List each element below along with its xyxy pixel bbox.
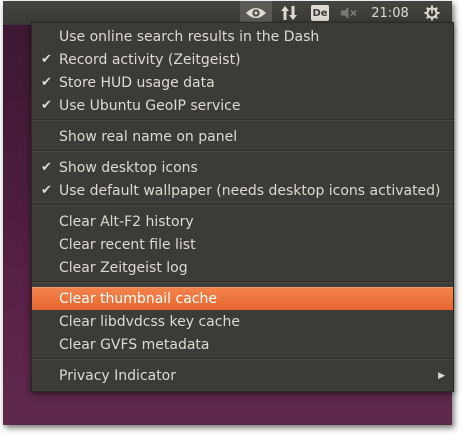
menu-separator [32, 119, 453, 121]
menu-separator [32, 204, 453, 206]
menu-item-clear-zeitgeist[interactable]: Clear Zeitgeist log [32, 256, 453, 279]
menu-item-label: Privacy Indicator [59, 367, 177, 384]
menu-item-clear-libdvdcss[interactable]: Clear libdvdcss key cache [32, 310, 453, 333]
menu-item-label: Clear GVFS metadata [59, 336, 210, 353]
menu-separator [32, 150, 453, 152]
menu-separator [32, 281, 453, 283]
menu-item-label: Store HUD usage data [59, 74, 215, 91]
menu-item-show-desktop-icons[interactable]: ✔ Show desktop icons [32, 156, 453, 179]
menu-item-store-hud[interactable]: ✔ Store HUD usage data [32, 71, 453, 94]
menu-item-geoip[interactable]: ✔ Use Ubuntu GeoIP service [32, 94, 453, 117]
menu-item-label: Clear thumbnail cache [59, 290, 217, 307]
menu-item-clear-gvfs[interactable]: Clear GVFS metadata [32, 333, 453, 356]
menu-item-online-search[interactable]: Use online search results in the Dash [32, 25, 453, 48]
checkmark-icon: ✔ [41, 75, 52, 90]
menu-item-label: Clear Alt-F2 history [59, 213, 194, 230]
menu-item-clear-alt-f2[interactable]: Clear Alt-F2 history [32, 210, 453, 233]
menu-item-clear-recent-files[interactable]: Clear recent file list [32, 233, 453, 256]
keyboard-layout-label: De [311, 5, 329, 21]
menu-item-label: Clear Zeitgeist log [59, 259, 188, 276]
menu-item-label: Use default wallpaper (needs desktop ico… [59, 182, 441, 199]
menu-item-show-real-name[interactable]: Show real name on panel [32, 125, 453, 148]
menu-item-label: Clear libdvdcss key cache [59, 313, 240, 330]
volume-muted-icon [341, 7, 357, 19]
menu-separator [32, 358, 453, 360]
menu-item-record-activity[interactable]: ✔ Record activity (Zeitgeist) [32, 48, 453, 71]
network-updown-icon [281, 6, 297, 20]
menu-item-label: Clear recent file list [59, 236, 196, 253]
menu-item-label: Show desktop icons [59, 159, 198, 176]
privacy-indicator-menu: Use online search results in the Dash ✔ … [31, 22, 454, 392]
menu-item-label: Record activity (Zeitgeist) [59, 51, 241, 68]
checkmark-icon: ✔ [41, 98, 52, 113]
menu-item-default-wallpaper[interactable]: ✔ Use default wallpaper (needs desktop i… [32, 179, 453, 202]
gear-power-icon [424, 5, 440, 21]
menu-item-label: Show real name on panel [59, 128, 238, 145]
menu-item-label: Use online search results in the Dash [59, 28, 320, 45]
checkmark-icon: ✔ [41, 183, 52, 198]
menu-item-clear-thumbnail-cache[interactable]: Clear thumbnail cache [32, 287, 453, 310]
menu-item-label: Use Ubuntu GeoIP service [59, 97, 241, 114]
checkmark-icon: ✔ [41, 160, 52, 175]
menu-item-privacy-indicator[interactable]: Privacy Indicator ▶ [32, 364, 453, 387]
submenu-arrow-icon: ▶ [438, 370, 445, 381]
eye-icon [246, 8, 266, 18]
checkmark-icon: ✔ [41, 52, 52, 67]
